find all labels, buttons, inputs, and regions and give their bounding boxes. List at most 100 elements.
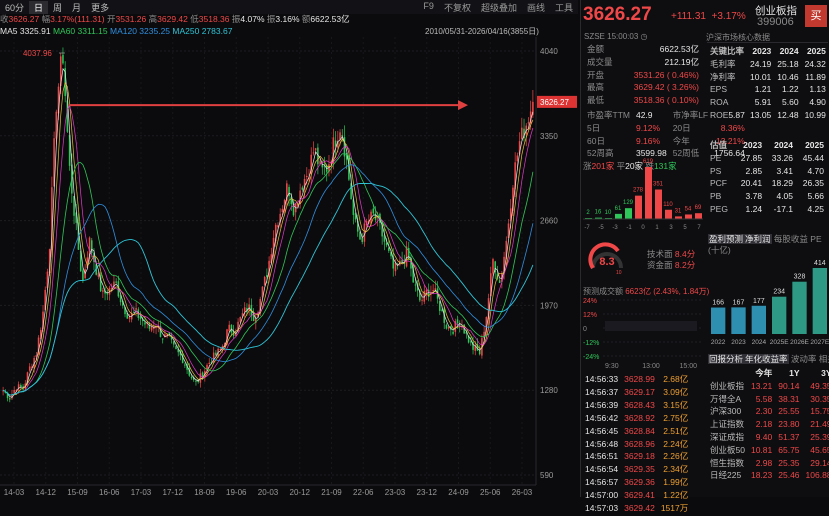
forecast-time-label: 13:00 [642, 363, 660, 370]
ma5-label: MA5 3325.91 [0, 26, 51, 36]
stat-label: 开盘 [587, 69, 605, 80]
valuation-value: 4.05 [776, 191, 794, 202]
tab-volatility[interactable]: 波动率 [791, 354, 817, 364]
tab-annual-return[interactable]: 年化收益率 [744, 354, 789, 364]
ma250-label: MA250 2783.67 [172, 26, 233, 36]
index-code: 399006 [757, 16, 794, 28]
y-tick-label: 1970 [540, 301, 558, 310]
tick-row: 14:57:03 3629.42 1517万 [585, 503, 692, 514]
y-tick-label: 2660 [540, 217, 558, 226]
tick-volume: 2.51亿 [663, 425, 689, 436]
profit-year: 2023 [731, 339, 746, 346]
stat-row: 最高 3629.42 ( 3.26%) [585, 82, 701, 93]
overlay-button[interactable]: 超级叠加 [476, 1, 522, 14]
period-week[interactable]: 周 [48, 1, 67, 14]
dist-value: 61 [615, 206, 622, 212]
ratio-value: 11.89 [805, 71, 826, 82]
x-tick-label: 20-12 [290, 488, 311, 497]
turnover-value: 3.16% [275, 14, 300, 24]
stat-label: 成交量 [587, 56, 613, 67]
profit-bar [792, 281, 807, 334]
amp-value: 4.07% [240, 14, 265, 24]
dist-value: 110 [663, 202, 673, 208]
return-value: 2.18 [755, 419, 773, 430]
x-tick-label: 17-12 [163, 488, 184, 497]
stat-row: 开盘 3531.26 ( 0.46%) [585, 70, 701, 81]
profit-year: 2026E [790, 339, 809, 346]
candle-body [521, 127, 523, 139]
ratio-value: 25.18 [777, 58, 799, 69]
candle-body [82, 270, 84, 281]
y-tick-label: 4040 [540, 47, 558, 56]
y-tick-label: 3350 [540, 132, 558, 141]
tick-time: 14:56:51 [585, 451, 619, 462]
adjust-button[interactable]: 不复权 [439, 1, 476, 14]
valuation-title: 估值 [710, 140, 728, 150]
tab-returns[interactable]: 回报分析 [708, 354, 745, 364]
return-value: 106.88 [805, 470, 829, 481]
buy-button[interactable]: 买 [805, 5, 827, 27]
price-change: +111.31 +3.17% [671, 11, 746, 22]
exchange-time: SZSE 15:00:03 ◷ [584, 32, 648, 41]
candle-body [312, 152, 315, 154]
return-label: 深证成指 [710, 431, 745, 442]
kline-chart[interactable]: 4040 3350 2660 1970 1280 590 14-03 14-12 15-09 1… [0, 37, 578, 497]
ratio-value: 10.99 [804, 109, 826, 120]
candle-body [492, 259, 494, 274]
score-gauge: 8.3 10 [588, 242, 623, 276]
candle-body [208, 362, 211, 364]
forecast-pct-label: 12% [583, 312, 597, 319]
tick-time: 14:56:57 [585, 477, 619, 488]
valuation-row: PCF 20.41 18.29 26.35 [708, 178, 826, 189]
valuation-row: PS 2.85 3.41 4.70 [708, 166, 826, 177]
tick-time: 14:56:39 [585, 399, 619, 410]
candle-body [175, 346, 177, 350]
dist-value: 619 [643, 159, 654, 165]
updown-distribution-chart: 2 16 1061129 278 619 351 11031 54 69 -7 -5 -3 -1 0 1 3 5… [583, 159, 703, 231]
valuation-header: 估值 2023 2024 2025 [708, 140, 826, 151]
return-col-head: 今年 [755, 368, 773, 378]
stat2-label: 20日 [672, 122, 691, 133]
valuation-label: PCF [710, 178, 727, 189]
low-value: 3518.36 [198, 14, 230, 24]
high-value: 3629.42 [157, 14, 188, 24]
candle-body [115, 281, 117, 283]
dist-bar [655, 189, 662, 219]
return-label: 恒生指数 [710, 457, 745, 468]
tab-pe[interactable]: PE [810, 234, 821, 244]
period-more[interactable]: 更多 [86, 1, 114, 14]
return-value: 25.35 [778, 457, 800, 468]
candle-body [445, 324, 448, 329]
tab-eps[interactable]: 每股收益 [774, 234, 808, 244]
f9-button[interactable]: F9 [418, 1, 439, 14]
ratio-label: EPS [710, 84, 728, 95]
ratio-row: EPS 1.21 1.22 1.13 [708, 84, 828, 95]
candle-body [361, 237, 363, 243]
tick-time: 14:57:03 [585, 503, 619, 514]
candle-body [263, 276, 266, 286]
tab-correlation[interactable]: 相关性 [819, 354, 829, 364]
return-header: 今年 1Y 3Y [708, 368, 829, 379]
ratio-value: 10.46 [777, 71, 799, 82]
return-value: 15.75 [810, 406, 829, 417]
tab-net-profit[interactable]: 净利润 [744, 234, 772, 244]
period-month[interactable]: 月 [67, 1, 86, 14]
period-60min[interactable]: 60分 [0, 1, 29, 14]
candle-body [372, 208, 375, 214]
valuation-value: 3.78 [745, 191, 763, 202]
valuation-year: 2023 [743, 140, 763, 150]
dist-bar [615, 213, 622, 219]
tools-button[interactable]: 工具 [550, 1, 578, 14]
draw-button[interactable]: 画线 [522, 1, 550, 14]
stat-value: 6622.53亿 [659, 44, 699, 54]
return-value: 51.37 [778, 431, 800, 442]
ma-legend: MA5 3325.91 MA60 3311.15 MA120 3235.25 M… [0, 26, 420, 37]
candle-body [432, 290, 434, 292]
x-tick-label: 23-03 [385, 488, 406, 497]
profit-bar [731, 307, 746, 334]
period-day[interactable]: 日 [29, 0, 49, 14]
tick-list: 14:56:33 3628.99 2.68亿 14:56:37 3629.17 3.09亿… [583, 372, 694, 516]
tab-profit-forecast[interactable]: 盈利预测 [708, 234, 745, 244]
profit-value: 234 [773, 289, 785, 296]
return-row: 日经225 18.23 25.46 106.88 [708, 470, 829, 481]
